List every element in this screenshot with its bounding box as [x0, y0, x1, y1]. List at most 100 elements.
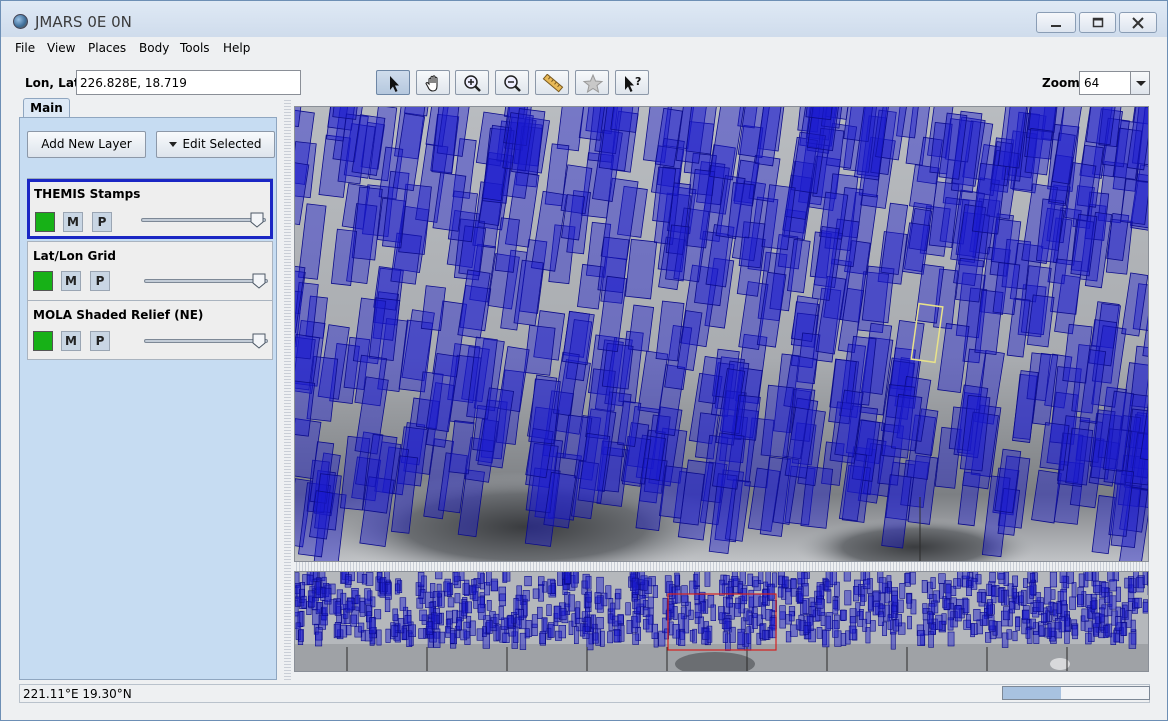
stamp-footprint — [591, 614, 596, 630]
stamp-footprint — [945, 583, 952, 599]
stamp-footprint — [758, 572, 764, 584]
stamp-footprint — [997, 587, 1004, 603]
menu-body[interactable]: Body — [139, 41, 169, 55]
stamp-footprint — [340, 592, 347, 610]
layer-color-swatch[interactable] — [33, 331, 53, 351]
zoom-out-tool-button[interactable] — [495, 70, 529, 95]
stamp-footprint — [674, 572, 680, 586]
investigate-tool-button[interactable]: ? — [615, 70, 649, 95]
layer-row-themis-stamps[interactable]: THEMIS Stamps M P — [27, 179, 273, 239]
select-tool-button[interactable] — [376, 70, 410, 95]
close-button[interactable] — [1119, 12, 1157, 33]
menu-places[interactable]: Places — [88, 41, 126, 55]
slider-thumb-icon[interactable] — [250, 212, 264, 228]
opacity-slider[interactable] — [144, 339, 268, 343]
stamp-footprint — [907, 615, 912, 630]
stamp-footprint — [1025, 627, 1031, 639]
stamp-footprint — [392, 608, 398, 621]
opacity-slider[interactable] — [141, 218, 266, 222]
maximize-button[interactable] — [1079, 12, 1116, 33]
stamp-footprint — [950, 585, 957, 596]
main-view-toggle[interactable]: M — [61, 271, 81, 291]
main-map-view[interactable] — [294, 106, 1149, 562]
zoom-in-tool-button[interactable] — [455, 70, 489, 95]
measure-tool-button[interactable] — [535, 70, 569, 95]
stamp-footprint — [899, 583, 906, 599]
stamp-footprint — [733, 394, 761, 441]
edit-selected-button[interactable]: Edit Selected — [156, 131, 275, 158]
menu-tools[interactable]: Tools — [180, 41, 210, 55]
menu-view[interactable]: View — [47, 41, 75, 55]
stamp-footprint — [747, 573, 754, 586]
pan-tool-button[interactable] — [416, 70, 450, 95]
panel-splitter[interactable] — [284, 98, 291, 680]
progress-bar — [1002, 686, 1150, 700]
stamp-footprint — [465, 601, 472, 614]
stamp-footprint — [788, 611, 795, 622]
stamp-footprint — [1022, 578, 1028, 588]
stamp-footprint — [608, 613, 614, 631]
stamp-footprint — [997, 572, 1005, 580]
minimize-button[interactable] — [1036, 12, 1076, 33]
panner-view-toggle[interactable]: P — [90, 331, 110, 351]
panner-view-toggle[interactable]: P — [92, 212, 112, 232]
main-view-toggle[interactable]: M — [61, 331, 81, 351]
stamp-footprint — [1006, 629, 1012, 640]
layer-name: MOLA Shaded Relief (NE) — [33, 308, 204, 322]
layer-row-lat-lon-grid[interactable]: Lat/Lon Grid M P — [27, 241, 273, 301]
stamp-footprint — [769, 624, 777, 639]
overview-map[interactable] — [294, 571, 1149, 672]
stamp-footprint — [460, 629, 468, 641]
stamp-footprint — [689, 580, 697, 595]
stamp-footprint — [399, 597, 407, 611]
lonlat-input[interactable] — [76, 70, 301, 95]
stamp-footprint — [1085, 593, 1093, 608]
stamp-footprint — [1101, 582, 1109, 593]
tab-main[interactable]: Main — [23, 98, 70, 117]
stamp-footprint — [797, 572, 805, 585]
stamp-footprint — [1120, 622, 1127, 636]
stamp-footprint — [947, 617, 954, 631]
slider-thumb-icon[interactable] — [252, 333, 266, 349]
stamp-footprint — [826, 589, 832, 604]
stamp-footprint — [376, 629, 382, 646]
stamp-footprint — [930, 577, 936, 589]
layer-color-swatch[interactable] — [35, 212, 55, 232]
stamp-footprint — [672, 606, 678, 620]
layer-row-mola-shaded-relief[interactable]: MOLA Shaded Relief (NE) M P — [27, 300, 273, 360]
stamp-footprint — [785, 631, 792, 643]
stamp-footprint — [1099, 607, 1105, 623]
jmars-window: JMARS 0E 0N File View Places Body Tools … — [0, 0, 1168, 721]
overview-map-canvas[interactable] — [295, 572, 1149, 672]
title-bar[interactable]: JMARS 0E 0N — [1, 1, 1167, 37]
stamp-footprint — [832, 599, 839, 615]
stamp-footprint — [613, 629, 620, 643]
opacity-slider[interactable] — [144, 279, 268, 283]
stamp-footprint — [596, 617, 604, 630]
menu-file[interactable]: File — [15, 41, 35, 55]
menu-help[interactable]: Help — [223, 41, 250, 55]
main-view-toggle[interactable]: M — [63, 212, 83, 232]
stamp-footprint — [848, 625, 857, 641]
stamp-footprint — [453, 572, 460, 582]
stamp-footprint — [416, 597, 424, 609]
stamp-footprint — [632, 633, 639, 645]
stamp-footprint — [607, 631, 613, 644]
stamp-footprint — [1103, 625, 1109, 638]
map-splitter[interactable] — [294, 562, 1149, 571]
stamp-footprint — [722, 631, 728, 643]
stamp-footprint — [493, 613, 500, 624]
main-map-canvas[interactable] — [295, 107, 1149, 562]
stamp-footprint — [472, 584, 479, 601]
add-new-layer-button[interactable]: Add New Layer — [27, 131, 146, 158]
zoom-select[interactable]: 64 — [1079, 71, 1150, 95]
chevron-down-icon[interactable] — [1130, 72, 1149, 94]
stamp-footprint — [731, 576, 739, 588]
stamp-footprint — [819, 583, 825, 597]
panner-view-toggle[interactable]: P — [90, 271, 110, 291]
spot-tool-button[interactable] — [575, 70, 609, 95]
slider-thumb-icon[interactable] — [252, 273, 266, 289]
layer-color-swatch[interactable] — [33, 271, 53, 291]
stamp-footprint — [1012, 630, 1018, 642]
stamp-footprint — [989, 572, 996, 583]
